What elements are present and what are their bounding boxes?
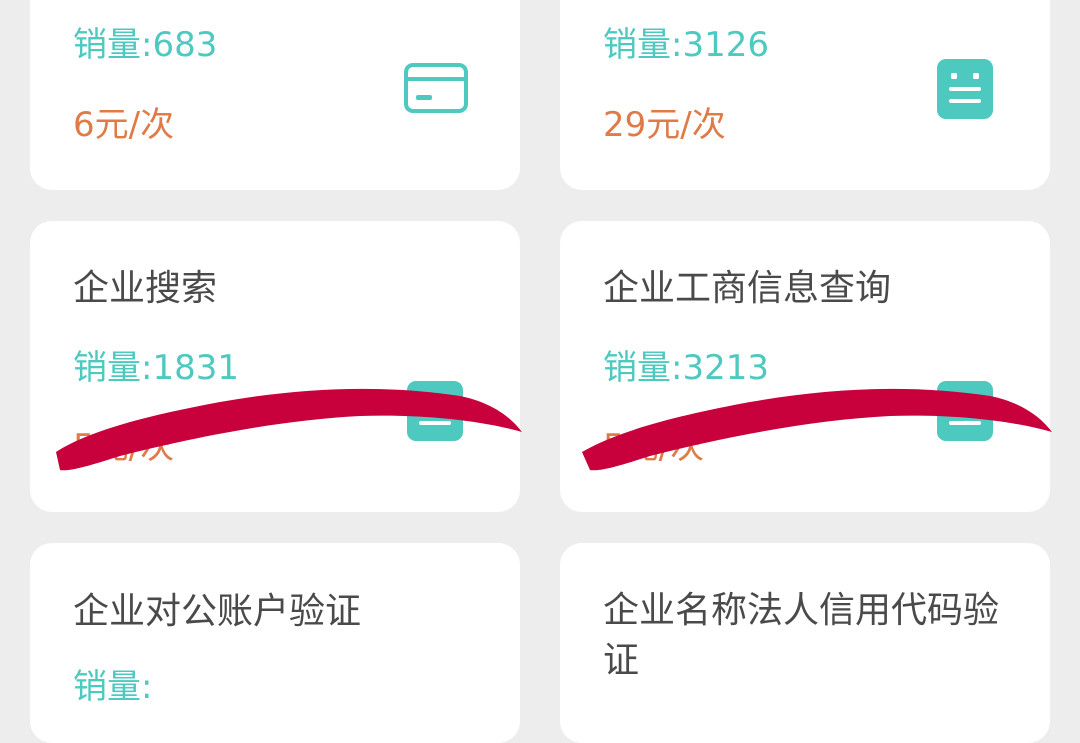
price-label: 5元/次	[603, 427, 705, 467]
service-card-business-info-query[interactable]: 企业工商信息查询 销量:3213 5元/次	[560, 221, 1050, 512]
service-card-1[interactable]: 销量:683 6元/次	[30, 0, 520, 190]
document-list-icon	[937, 59, 993, 123]
price-label: 29元/次	[603, 105, 726, 145]
sales-count: 销量:3126	[603, 25, 769, 65]
card-title: 企业名称法人信用代码验证	[603, 590, 1000, 681]
document-list-icon	[407, 381, 463, 445]
card-title: 企业对公账户验证	[73, 591, 362, 632]
sales-count: 销量:683	[73, 25, 218, 65]
price-label: 5元/次	[73, 427, 175, 467]
service-card-2[interactable]: 销量:3126 29元/次	[560, 0, 1050, 190]
card-title: 企业工商信息查询	[603, 268, 892, 309]
sales-count: 销量:3213	[603, 348, 769, 388]
service-card-name-legal-credit-verify[interactable]: 企业名称法人信用代码验证	[560, 543, 1050, 743]
bank-card-icon	[404, 63, 468, 119]
sales-count: 销量:1831	[73, 348, 239, 388]
price-label: 6元/次	[73, 105, 175, 145]
service-card-corporate-account-verify[interactable]: 企业对公账户验证 销量:	[30, 543, 520, 743]
sales-count: 销量:	[73, 667, 153, 707]
service-card-enterprise-search[interactable]: 企业搜索 销量:1831 5元/次	[30, 221, 520, 512]
document-list-icon	[937, 381, 993, 445]
card-title: 企业搜索	[73, 268, 218, 309]
